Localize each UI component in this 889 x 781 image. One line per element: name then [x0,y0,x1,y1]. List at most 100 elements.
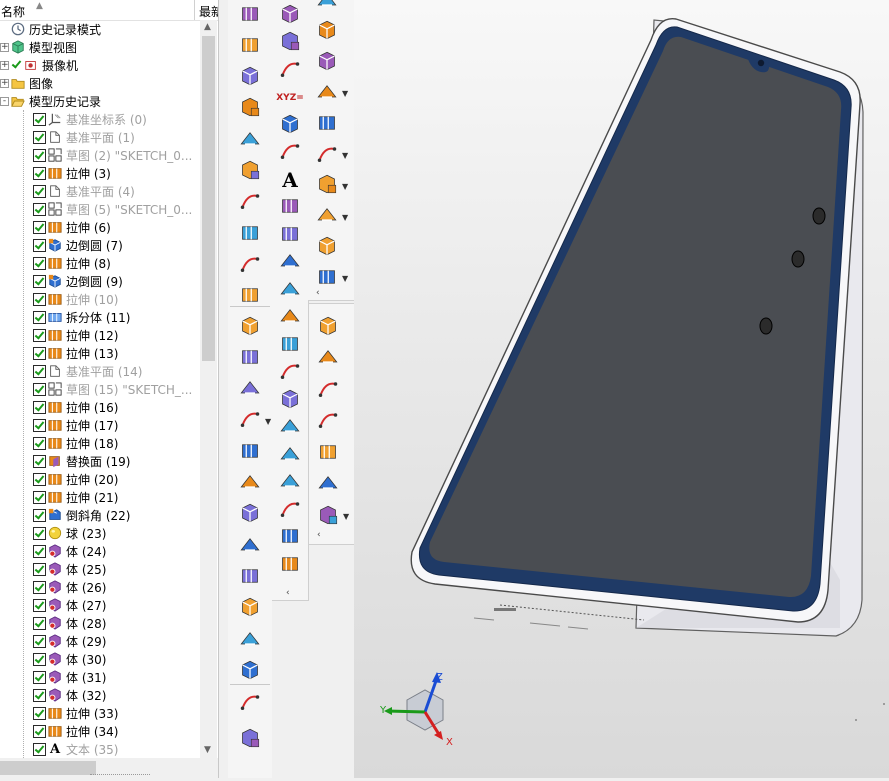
surface-analysis-button[interactable] [315,440,341,466]
cube-split-button[interactable] [314,142,340,168]
visibility-checkbox[interactable] [33,563,46,576]
intersect-curve-button[interactable] [277,332,303,358]
visibility-checkbox[interactable] [33,203,46,216]
graphics-viewport[interactable]: Z Y X [354,0,889,778]
visibility-checkbox[interactable] [33,257,46,270]
tree-row[interactable]: 边倒圆 (7) [0,237,200,255]
tree-row[interactable]: A 文本 (35) [0,741,200,758]
visibility-checkbox[interactable] [33,509,46,522]
tree-row[interactable]: 拉伸 (18) [0,435,200,453]
visibility-checkbox[interactable] [33,653,46,666]
toolbar-overflow-icon[interactable]: ‹ [286,588,290,598]
thicken-button[interactable] [237,596,263,622]
expand-icon[interactable]: + [0,61,9,70]
extrude-tool-button[interactable] [237,2,263,28]
spline-button[interactable] [277,112,303,138]
cube-x-button[interactable] [314,80,340,106]
visibility-checkbox[interactable] [33,545,46,558]
join-curve-button[interactable] [277,305,303,331]
visibility-checkbox[interactable] [33,617,46,630]
cube-plus-button[interactable] [314,19,340,45]
section-curve-button[interactable] [277,470,303,496]
divide-curve-button[interactable] [277,415,303,441]
dropdown-arrow-icon[interactable]: ▼ [342,89,348,98]
block-button[interactable] [237,65,263,91]
expand-icon[interactable]: + [0,79,9,88]
tree-row[interactable]: 体 (31) [0,669,200,687]
visibility-checkbox[interactable] [33,185,46,198]
navigator-horizontal-scrollbar[interactable] [0,758,218,778]
arc-button[interactable] [277,2,303,28]
toolbar-overflow-icon[interactable]: ‹ [317,530,321,540]
tree-row[interactable]: + 摄像机 [0,57,200,75]
scroll-down-icon[interactable]: ▼ [204,745,211,755]
tree-row[interactable]: 体 (28) [0,615,200,633]
visibility-checkbox[interactable] [33,689,46,702]
tree-row[interactable]: + 图像 [0,75,200,93]
expand-icon[interactable]: + [0,43,9,52]
tree-row[interactable]: 体 (27) [0,597,200,615]
draft-button[interactable] [237,502,263,528]
blend-button[interactable] [237,627,263,653]
tree-row[interactable]: 体 (29) [0,633,200,651]
tree-row[interactable]: 拉伸 (3) [0,165,200,183]
dropdown-arrow-icon[interactable]: ▼ [342,213,348,222]
tree-row[interactable]: 拆分体 (11) [0,309,200,327]
visibility-checkbox[interactable] [33,221,46,234]
visibility-checkbox[interactable] [33,239,46,252]
tree-row[interactable]: 体 (24) [0,543,200,561]
lattice-button[interactable] [237,314,263,340]
surface-sweep-button[interactable] [315,503,341,529]
visibility-checkbox[interactable] [33,455,46,468]
polygon-points-button[interactable] [277,140,303,166]
book-button[interactable] [237,439,263,465]
tree-row[interactable]: 替换面 (19) [0,453,200,471]
visibility-checkbox[interactable] [33,707,46,720]
collapse-icon[interactable]: - [0,97,9,106]
tree-row[interactable]: 拉伸 (13) [0,345,200,363]
point-set-button[interactable] [277,30,303,56]
tree-row[interactable]: 拉伸 (20) [0,471,200,489]
tree-row[interactable]: 基准平面 (1) [0,129,200,147]
tree-row[interactable]: 拉伸 (34) [0,723,200,741]
visibility-checkbox[interactable] [33,167,46,180]
offset-curve-button[interactable] [277,222,303,248]
visibility-checkbox[interactable] [33,527,46,540]
column-recent-header[interactable]: 最新 [199,3,218,20]
visibility-checkbox[interactable] [33,581,46,594]
horizontal-scroll-thumb[interactable] [0,761,96,775]
boolean-button[interactable] [237,408,263,434]
tree-row[interactable]: 拉伸 (33) [0,705,200,723]
cylinder-button[interactable] [237,96,263,122]
column-separator[interactable] [194,0,195,20]
dropdown-arrow-icon[interactable]: ▼ [342,182,348,191]
tree-row[interactable]: 拉伸 (16) [0,399,200,417]
tree-row[interactable]: 体 (25) [0,561,200,579]
navigator-vertical-scrollbar[interactable]: ▲ ▼ [200,20,217,760]
cube-copy-button[interactable] [314,111,340,137]
xyz-text-button[interactable]: XYZ= [276,85,304,111]
visibility-checkbox[interactable] [33,401,46,414]
dropdown-arrow-icon[interactable]: ▼ [342,274,348,283]
tree-row[interactable]: 拉伸 (10) [0,291,200,309]
tree-row[interactable]: 拉伸 (8) [0,255,200,273]
project-curve-button[interactable] [277,277,303,303]
visibility-checkbox[interactable] [33,437,46,450]
sphere-tool-button[interactable] [237,159,263,185]
tree-row[interactable]: 体 (26) [0,579,200,597]
red-arrow-curve-button[interactable] [314,0,340,14]
visibility-checkbox[interactable] [33,599,46,612]
offset-in-face-button[interactable] [277,360,303,386]
dropdown-arrow-icon[interactable]: ▼ [343,512,349,521]
trim-body-button[interactable] [237,533,263,559]
scroll-thumb[interactable] [202,36,215,361]
rectangle-button[interactable] [277,57,303,83]
tree-row[interactable]: 基准坐标系 (0) [0,111,200,129]
visibility-checkbox[interactable] [33,275,46,288]
cone-button[interactable] [237,127,263,153]
surface-trim-button[interactable] [315,377,341,403]
dropdown-arrow-icon[interactable]: ▼ [342,151,348,160]
visibility-checkbox[interactable] [33,293,46,306]
visibility-checkbox[interactable] [33,473,46,486]
bridge-curve-button[interactable] [277,250,303,276]
